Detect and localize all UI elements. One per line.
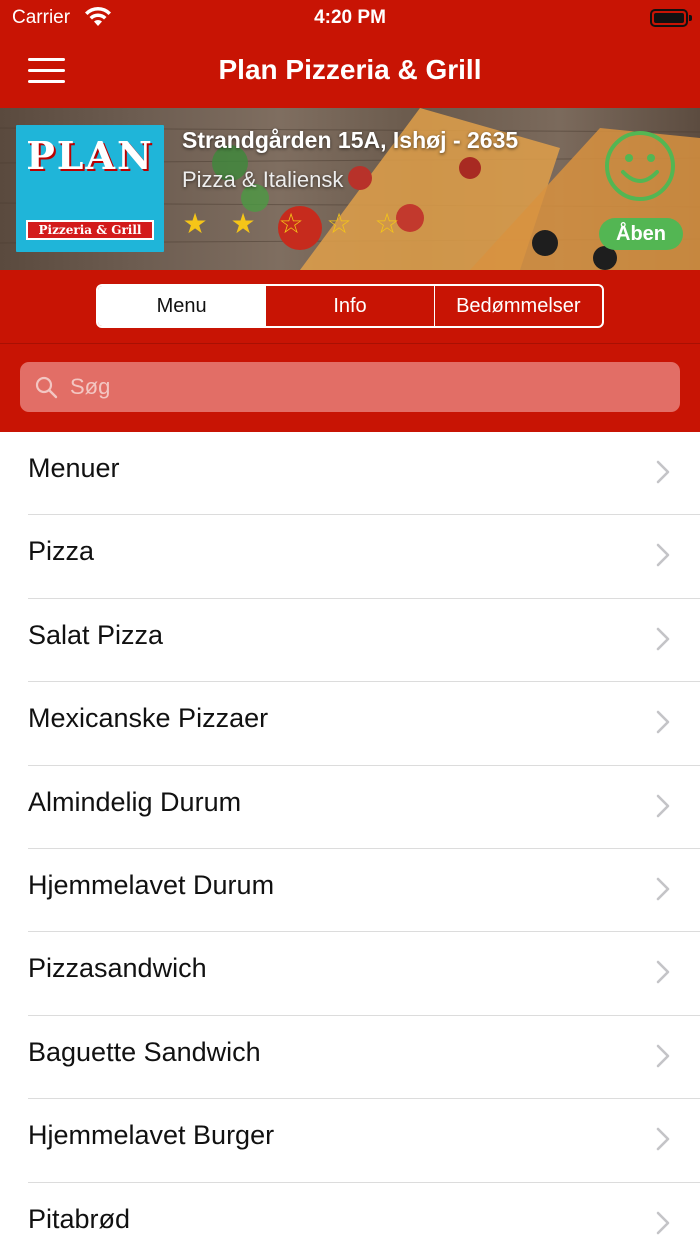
list-item-label: Pitabrød bbox=[28, 1203, 131, 1234]
tab-info[interactable]: Info bbox=[265, 286, 433, 326]
list-item-label: Salat Pizza bbox=[28, 619, 164, 650]
list-item-label: Almindelig Durum bbox=[28, 786, 242, 817]
search-bar[interactable] bbox=[20, 362, 680, 412]
app-header: Carrier 4:20 PM Plan Pizzeria & Grill bbox=[0, 0, 700, 108]
restaurant-banner: PLAN Pizzeria & Grill Strandgården 15A, … bbox=[0, 108, 700, 270]
list-item-label: Mexicanske Pizzaer bbox=[28, 703, 269, 734]
list-item[interactable]: Mexicanske Pizzaer bbox=[0, 682, 700, 766]
star-empty-icon: ☆ bbox=[278, 208, 304, 239]
list-item[interactable]: Hjemmelavet Burger bbox=[0, 1099, 700, 1183]
smiley-icon bbox=[605, 131, 675, 201]
star-empty-icon: ☆ bbox=[326, 208, 352, 239]
star-filled-icon: ★ bbox=[182, 208, 208, 239]
chevron-right-icon bbox=[656, 544, 670, 567]
logo-subtext: Pizzeria & Grill bbox=[26, 220, 154, 240]
restaurant-address: Strandgården 15A, Ishøj - 2635 bbox=[182, 127, 519, 153]
chevron-right-icon bbox=[656, 877, 670, 901]
logo-text: PLAN bbox=[26, 133, 154, 178]
segmented-control: Menu Info Bedømmelser bbox=[96, 284, 604, 328]
chevron-right-icon bbox=[656, 627, 670, 651]
chevron-right-icon bbox=[656, 710, 670, 734]
search-bar-container bbox=[0, 344, 700, 432]
tab-menu[interactable]: Menu bbox=[98, 286, 266, 326]
status-badge: Åben bbox=[599, 218, 683, 250]
chevron-right-icon bbox=[656, 460, 670, 484]
list-item-label: Baguette Sandwich bbox=[28, 1036, 261, 1067]
restaurant-logo: PLAN Pizzeria & Grill bbox=[16, 125, 164, 252]
star-filled-icon: ★ bbox=[230, 208, 256, 239]
list-item[interactable]: Pizzasandwich bbox=[0, 932, 700, 1017]
list-item[interactable]: Pizza bbox=[0, 515, 700, 600]
list-item-label: Menuer bbox=[28, 453, 120, 483]
category-list: Menuer Pizza Salat Pizza Mexicanske Pizz… bbox=[0, 432, 700, 1244]
chevron-right-icon bbox=[656, 794, 670, 817]
search-icon bbox=[35, 376, 58, 399]
list-item[interactable]: Menuer bbox=[0, 432, 700, 516]
status-bar: Carrier 4:20 PM bbox=[0, 0, 700, 36]
list-item[interactable]: Baguette Sandwich bbox=[0, 1016, 700, 1100]
tab-bar: Menu Info Bedømmelser bbox=[0, 270, 700, 344]
chevron-right-icon bbox=[656, 1044, 670, 1068]
chevron-right-icon bbox=[656, 1211, 670, 1234]
list-item[interactable]: Almindelig Durum bbox=[0, 766, 700, 850]
rating-stars: ★ ★ ☆ ☆ ☆ bbox=[180, 208, 402, 240]
list-item[interactable]: Hjemmelavet Durum bbox=[0, 849, 700, 933]
page-title: Plan Pizzeria & Grill bbox=[218, 54, 482, 85]
chevron-right-icon bbox=[656, 1127, 670, 1151]
list-item-label: Hjemmelavet Burger bbox=[28, 1120, 275, 1151]
tab-reviews[interactable]: Bedømmelser bbox=[433, 286, 602, 326]
restaurant-cuisine: Pizza & Italiensk bbox=[182, 167, 344, 192]
battery-icon bbox=[650, 9, 692, 27]
list-item-label: Hjemmelavet Durum bbox=[28, 869, 275, 900]
star-empty-icon: ☆ bbox=[374, 208, 400, 239]
clock: 4:20 PM bbox=[314, 7, 386, 28]
search-input[interactable] bbox=[70, 370, 660, 404]
list-item-label: Pizza bbox=[28, 536, 95, 567]
list-item[interactable]: Salat Pizza bbox=[0, 599, 700, 683]
chevron-right-icon bbox=[656, 961, 670, 984]
list-item-label: Pizzasandwich bbox=[28, 953, 207, 984]
list-item[interactable]: Pitabrød bbox=[0, 1183, 700, 1244]
